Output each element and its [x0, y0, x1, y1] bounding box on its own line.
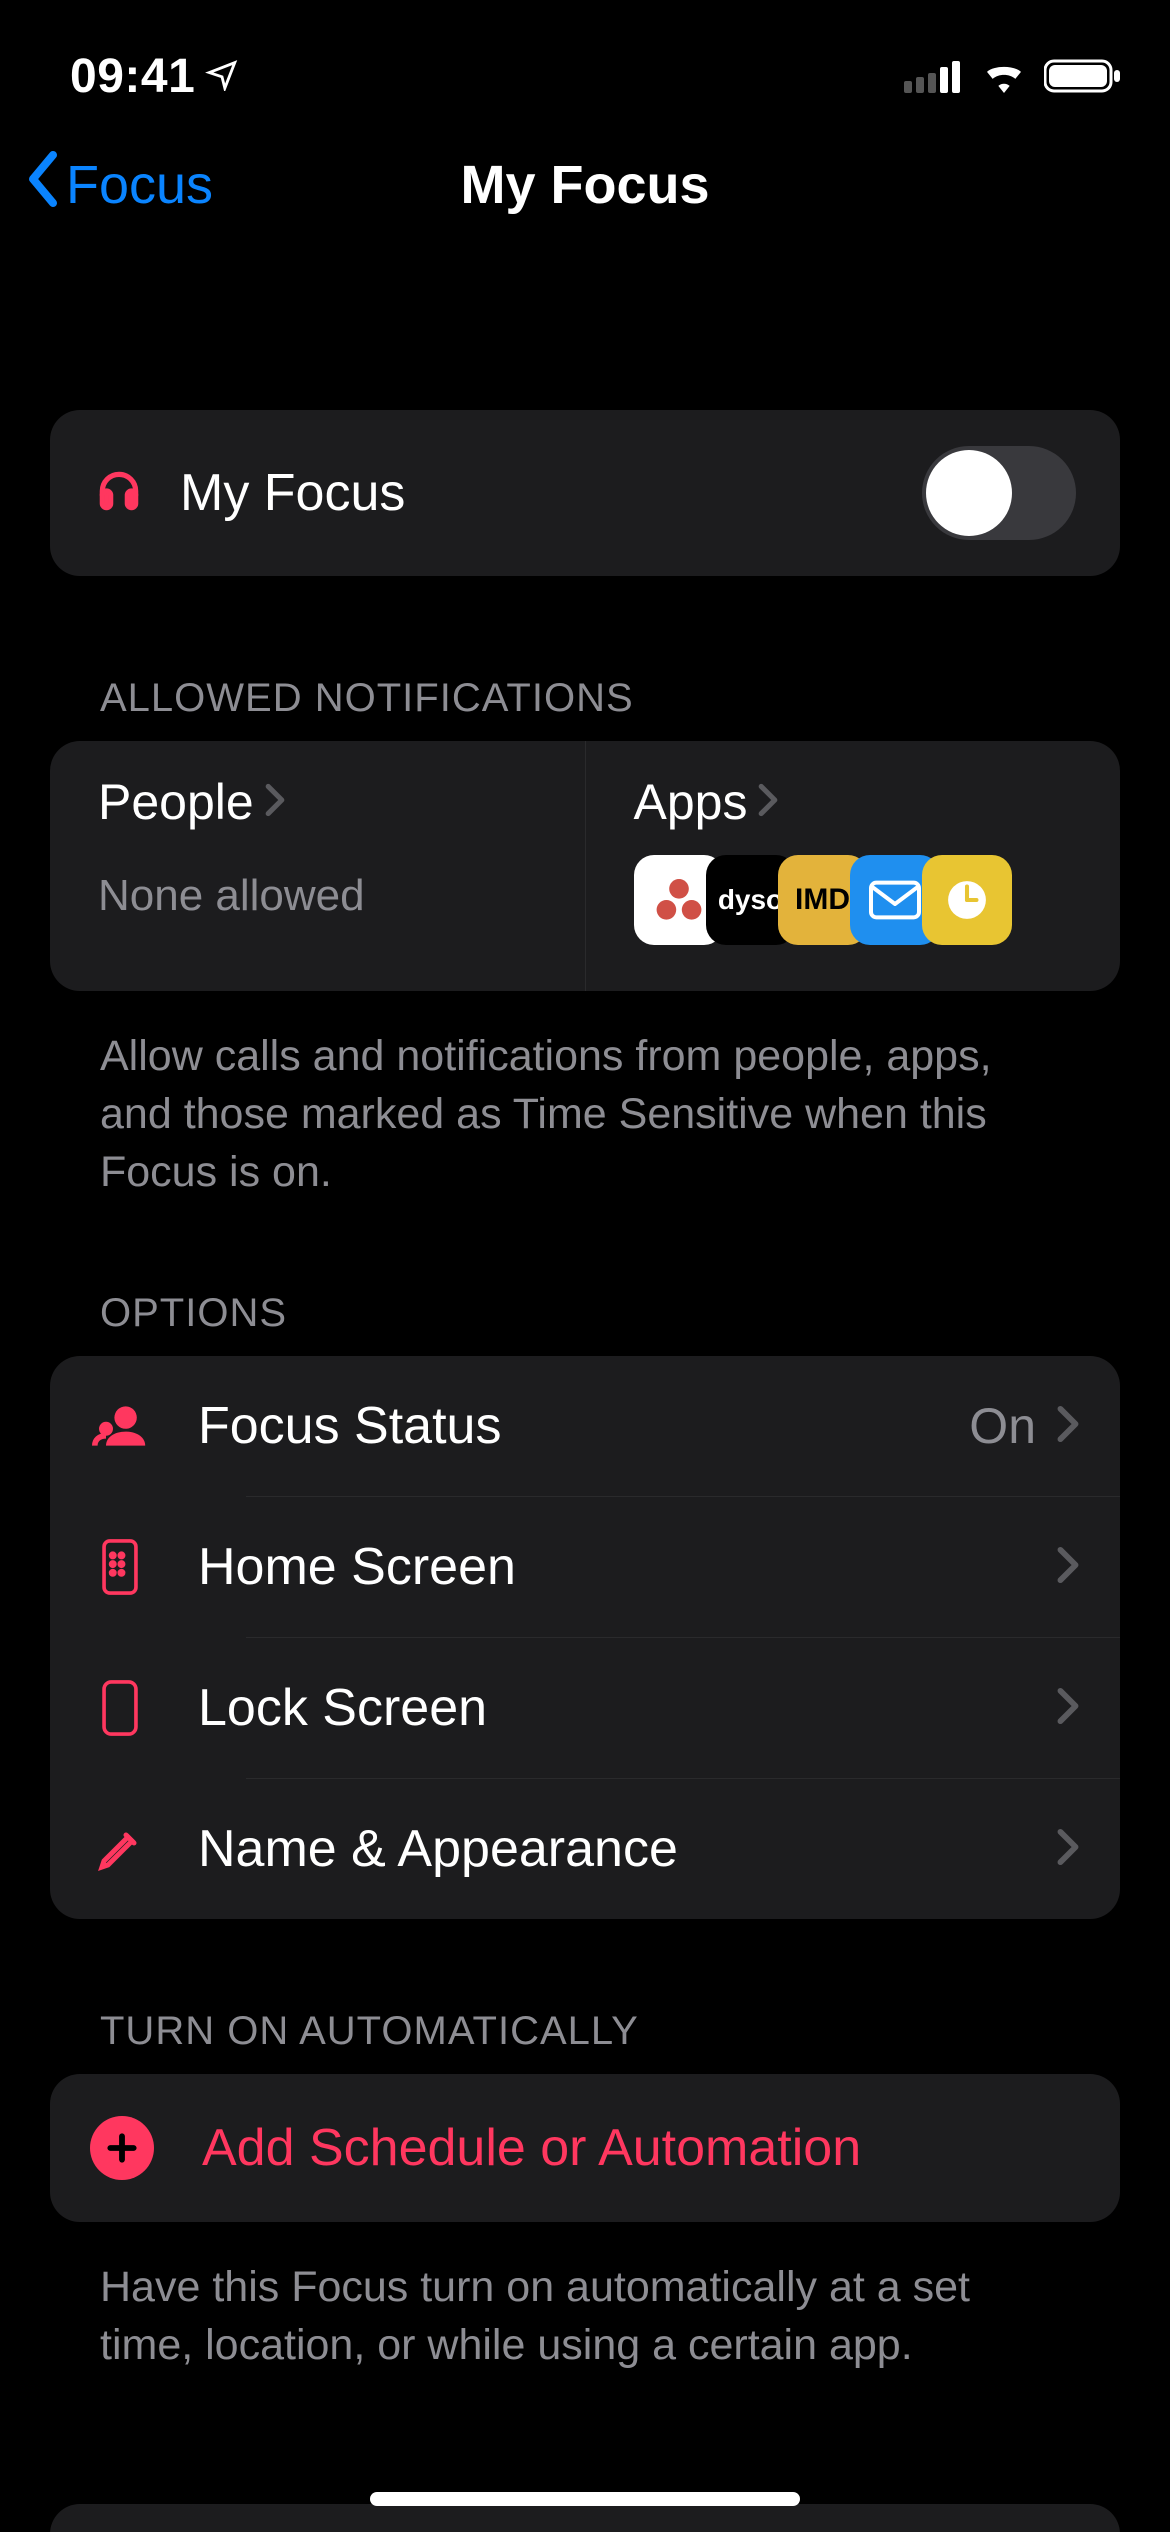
- option-label: Lock Screen: [198, 1678, 1056, 1738]
- delete-focus-button[interactable]: Delete Focus: [50, 2504, 1120, 2532]
- status-bar: 09:41: [0, 0, 1170, 120]
- options-header: Options: [100, 1291, 1120, 1336]
- option-label: Name & Appearance: [198, 1819, 1056, 1879]
- focus-status-icon: [90, 1398, 150, 1454]
- wifi-icon: [980, 59, 1028, 93]
- back-button[interactable]: Focus: [24, 151, 213, 220]
- cellular-icon: [904, 59, 964, 93]
- option-home-screen[interactable]: Home Screen: [50, 1497, 1120, 1637]
- allowed-notifications-card: People None allowed Apps: [50, 741, 1120, 991]
- chevron-right-icon: [1056, 1687, 1080, 1730]
- home-indicator[interactable]: [370, 2492, 800, 2506]
- automation-footer: Have this Focus turn on automatically at…: [100, 2258, 1070, 2374]
- status-time: 09:41: [70, 49, 195, 104]
- allowed-notifications-header: Allowed Notifications: [100, 676, 1120, 721]
- add-automation-button[interactable]: Add Schedule or Automation: [50, 2074, 1120, 2222]
- headphones-icon: [94, 466, 144, 521]
- option-name-appearance[interactable]: Name & Appearance: [50, 1779, 1120, 1919]
- chevron-right-icon: [1056, 1405, 1080, 1448]
- app-icon-clock: [922, 855, 1012, 945]
- option-lock-screen[interactable]: Lock Screen: [50, 1638, 1120, 1778]
- chevron-right-icon: [264, 783, 286, 822]
- pencil-icon: [90, 1825, 150, 1873]
- option-label: Home Screen: [198, 1537, 1056, 1597]
- plus-circle-icon: [90, 2116, 154, 2180]
- focus-toggle-switch[interactable]: [922, 446, 1076, 540]
- back-label: Focus: [66, 154, 213, 216]
- location-icon: [205, 57, 239, 96]
- allowed-people-value: None allowed: [98, 871, 537, 921]
- option-label: Focus Status: [198, 1396, 969, 1456]
- chevron-right-icon: [757, 783, 779, 822]
- allowed-apps-button[interactable]: Apps dyso IMD: [586, 741, 1121, 991]
- chevron-right-icon: [1056, 1546, 1080, 1589]
- chevron-left-icon: [24, 151, 62, 220]
- add-automation-label: Add Schedule or Automation: [202, 2118, 861, 2178]
- battery-icon: [1044, 58, 1122, 94]
- switch-knob: [926, 450, 1012, 536]
- focus-toggle-row: My Focus: [50, 410, 1120, 576]
- allowed-notifications-footer: Allow calls and notifications from peopl…: [100, 1027, 1070, 1201]
- allowed-people-label: People: [98, 773, 254, 831]
- options-card: Focus Status On Home Screen: [50, 1356, 1120, 1919]
- option-value: On: [969, 1397, 1036, 1455]
- status-left: 09:41: [70, 49, 239, 104]
- chevron-right-icon: [1056, 1828, 1080, 1871]
- status-right: [904, 58, 1122, 94]
- option-focus-status[interactable]: Focus Status On: [50, 1356, 1120, 1496]
- lock-screen-icon: [90, 1679, 150, 1737]
- page-title: My Focus: [460, 154, 709, 216]
- allowed-apps-icons: dyso IMD: [634, 855, 1073, 945]
- allowed-apps-label: Apps: [634, 773, 748, 831]
- allowed-people-button[interactable]: People None allowed: [50, 741, 585, 991]
- nav-bar: Focus My Focus: [0, 120, 1170, 250]
- automation-header: Turn On Automatically: [100, 2009, 1120, 2054]
- home-screen-icon: [90, 1538, 150, 1596]
- focus-toggle-label: My Focus: [180, 463, 922, 523]
